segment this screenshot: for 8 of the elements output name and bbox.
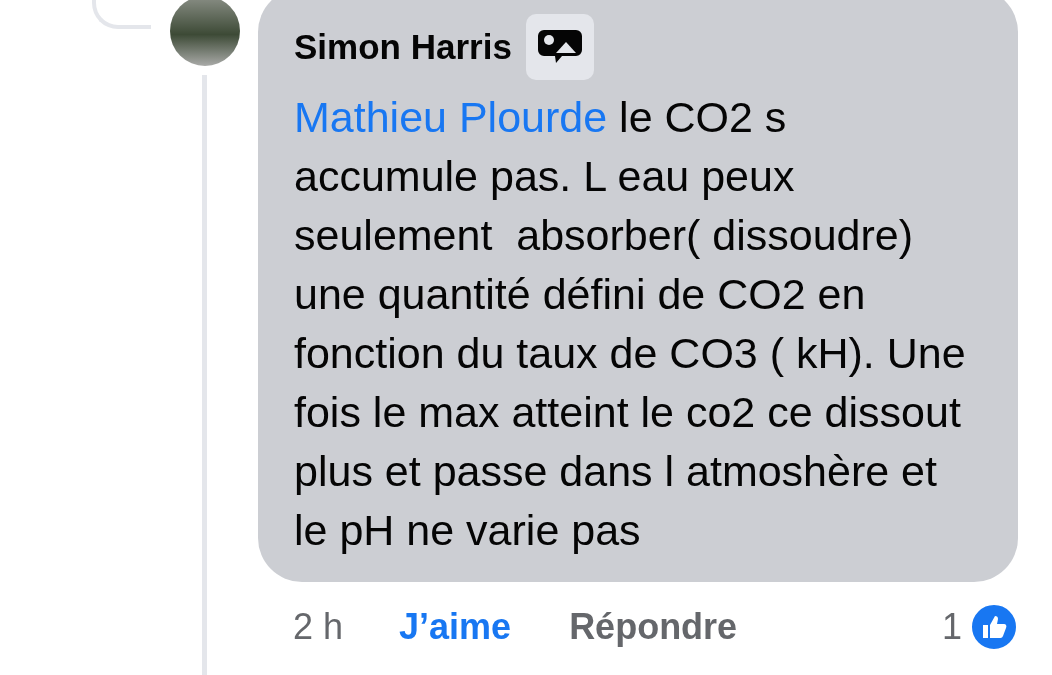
like-button[interactable]: J’aime xyxy=(399,606,512,648)
comment-time: 2 h xyxy=(293,606,344,648)
reaction-count[interactable]: 1 xyxy=(941,606,962,648)
thumbs-up-icon[interactable] xyxy=(970,603,1018,651)
speech-bubble-icon xyxy=(525,14,594,80)
reply-button[interactable]: Répondre xyxy=(569,606,738,648)
comment-text: Mathieu Plourde le CO2 s accumule pas. L eau peux seulement absorber( dissoudre) une quantité défini de CO2 en fonction du taux de CO3 ( kH). Une fois le max atteint le co2 ce dissout plus et passe dans l atmoshère et le pH ne varie pas xyxy=(294,92,967,556)
author-name[interactable]: Simon Harris xyxy=(294,27,512,67)
